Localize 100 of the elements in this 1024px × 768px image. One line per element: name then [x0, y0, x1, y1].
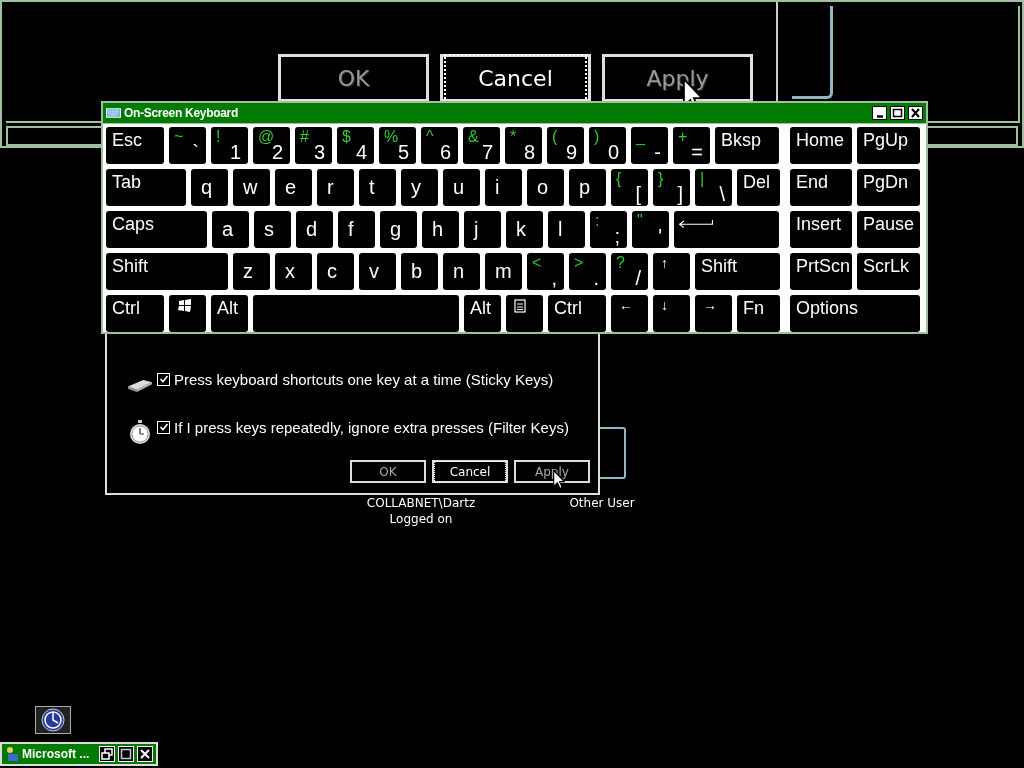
key[interactable]: c	[317, 253, 354, 290]
windows-icon	[177, 299, 193, 313]
key[interactable]: g	[380, 211, 417, 248]
key[interactable]: k	[506, 211, 543, 248]
key[interactable]: $ 4	[337, 127, 374, 164]
minimize-button[interactable]	[872, 106, 887, 120]
key[interactable]: Esc	[106, 127, 164, 164]
window-title: On-Screen Keyboard	[124, 106, 239, 120]
key[interactable]: j	[464, 211, 501, 248]
user-name: COLLABNET\Dartz	[366, 496, 476, 510]
key[interactable]: v	[359, 253, 396, 290]
key[interactable]: y	[401, 169, 438, 206]
key[interactable]: z	[233, 253, 270, 290]
menu-icon	[514, 299, 526, 313]
key[interactable]: Del	[737, 169, 780, 206]
key[interactable]: Alt	[211, 295, 248, 332]
key[interactable]: ↓	[653, 295, 690, 332]
key[interactable]: _ -	[631, 127, 668, 164]
key[interactable]: } ]	[653, 169, 690, 206]
key[interactable]: Ctrl	[106, 295, 164, 332]
key[interactable]: i	[485, 169, 522, 206]
key[interactable]: ↑	[653, 253, 690, 290]
key[interactable]: Shift	[695, 253, 780, 290]
maximize-icon	[120, 748, 132, 760]
stopwatch-icon	[127, 419, 153, 445]
close-icon	[139, 748, 151, 760]
key[interactable]: # 3	[295, 127, 332, 164]
key[interactable]: x	[275, 253, 312, 290]
key[interactable]: Ctrl	[548, 295, 606, 332]
key[interactable]: ( 9	[547, 127, 584, 164]
key[interactable]: w	[233, 169, 270, 206]
key[interactable]: t	[359, 169, 396, 206]
key[interactable]: | \	[695, 169, 732, 206]
key[interactable]: q	[191, 169, 228, 206]
key[interactable]: " '	[632, 211, 669, 248]
key[interactable]: ←	[611, 295, 648, 332]
key[interactable]: ! 1	[211, 127, 248, 164]
key[interactable]: & 7	[463, 127, 500, 164]
key[interactable]: l	[548, 211, 585, 248]
menu-key[interactable]	[506, 295, 543, 332]
key[interactable]: ScrLk	[857, 253, 920, 290]
key[interactable]: % 5	[379, 127, 416, 164]
key[interactable]: h	[422, 211, 459, 248]
key[interactable]: s	[254, 211, 291, 248]
key[interactable]: e	[275, 169, 312, 206]
key[interactable]: a	[212, 211, 249, 248]
key[interactable]: Bksp	[715, 127, 779, 164]
key[interactable]: Options	[790, 295, 920, 332]
key[interactable]: m	[485, 253, 522, 290]
maximize-icon	[892, 108, 903, 118]
key[interactable]: { [	[611, 169, 648, 206]
key[interactable]: ) 0	[589, 127, 626, 164]
maximize-button[interactable]	[890, 106, 905, 120]
key[interactable]: ~ `	[169, 127, 206, 164]
option-label: Press keyboard shortcuts one key at a time (Sticky Keys)	[174, 370, 554, 388]
key[interactable]: b	[401, 253, 438, 290]
key[interactable]: n	[443, 253, 480, 290]
key[interactable]: @ 2	[253, 127, 290, 164]
key[interactable]: PgUp	[857, 127, 920, 164]
enter-icon	[679, 219, 713, 229]
key[interactable]: : ;	[590, 211, 627, 248]
dialog-button[interactable]: Cancel	[440, 54, 591, 102]
key[interactable]: ? /	[611, 253, 648, 290]
key[interactable]: d	[296, 211, 333, 248]
restore-icon	[101, 748, 113, 760]
key[interactable]: Insert	[790, 211, 852, 248]
key[interactable]: > .	[569, 253, 606, 290]
dialog-button[interactable]: Cancel	[432, 460, 508, 483]
key[interactable]: < ,	[527, 253, 564, 290]
checkbox[interactable]	[157, 420, 170, 434]
user-name: Other User	[569, 496, 635, 510]
close-button[interactable]	[908, 106, 923, 120]
key[interactable]: Alt	[464, 295, 501, 332]
taskbar-item[interactable]: Microsoft ...	[0, 742, 158, 766]
key[interactable]: PgDn	[857, 169, 920, 206]
key[interactable]: f	[338, 211, 375, 248]
key[interactable]: r	[317, 169, 354, 206]
key[interactable]: Fn	[737, 295, 780, 332]
key[interactable]: End	[790, 169, 852, 206]
app-icon	[5, 746, 19, 762]
key[interactable]: PrtScn	[790, 253, 852, 290]
key[interactable]: * 8	[505, 127, 542, 164]
key[interactable]: p	[569, 169, 606, 206]
keyboard-icon	[106, 108, 121, 118]
key[interactable]: Home	[790, 127, 852, 164]
accessibility-icon[interactable]	[35, 706, 71, 734]
key[interactable]: u	[443, 169, 480, 206]
key[interactable]: Shift	[106, 253, 228, 290]
key[interactable]: Pause	[857, 211, 920, 248]
checkbox[interactable]	[157, 372, 170, 386]
key[interactable]: →	[695, 295, 732, 332]
key[interactable]: o	[527, 169, 564, 206]
key[interactable]: ^ 6	[421, 127, 458, 164]
minimize-icon	[876, 114, 883, 118]
restore-button[interactable]	[99, 746, 115, 762]
windows-key[interactable]	[169, 295, 206, 332]
key[interactable]: + =	[673, 127, 710, 164]
keyboard-icon	[127, 380, 153, 392]
key[interactable]: Caps	[106, 211, 207, 248]
key[interactable]: Tab	[106, 169, 186, 206]
